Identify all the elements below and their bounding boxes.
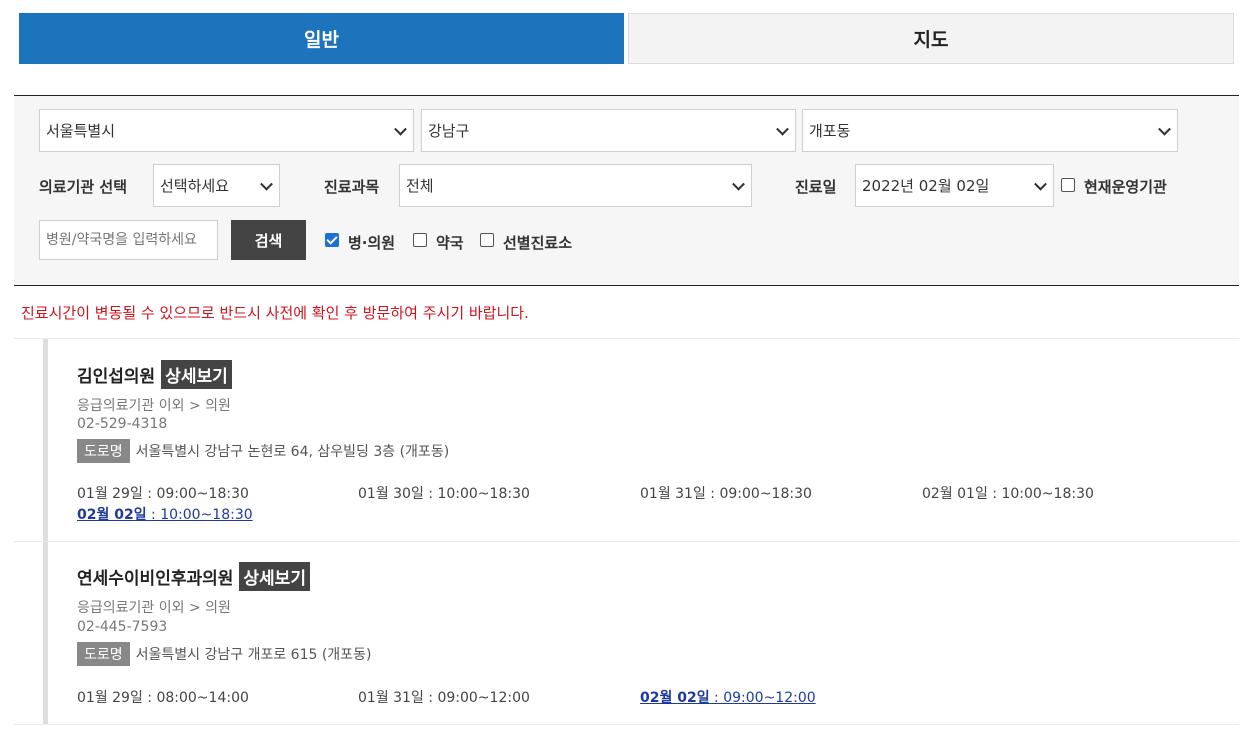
screening-checkbox[interactable] bbox=[480, 233, 494, 247]
chevron-down-icon bbox=[776, 122, 789, 136]
chevron-down-icon bbox=[732, 177, 745, 191]
hours-item-today: 02월 02일 : 09:00~12:00 bbox=[640, 690, 816, 706]
department-label: 진료과목 bbox=[324, 178, 380, 196]
open-now-label: 현재운영기관 bbox=[1084, 178, 1167, 196]
city-select-value: 서울특별시 bbox=[46, 122, 116, 140]
district-select[interactable]: 강남구 bbox=[421, 109, 796, 152]
list-divider bbox=[14, 724, 1239, 725]
clinic-phone: 02-529-4318 bbox=[77, 416, 168, 432]
hours-item: 01월 31일 : 09:00~12:00 bbox=[358, 690, 530, 706]
pharmacy-checkbox[interactable] bbox=[413, 233, 427, 247]
chevron-down-icon bbox=[1158, 122, 1171, 136]
hours-item: 02월 01일 : 10:00~18:30 bbox=[922, 486, 1094, 502]
view-tabs: 일반 지도 bbox=[19, 13, 1234, 64]
date-select-value: 2022년 02월 02일 bbox=[862, 177, 990, 195]
filter-panel: 서울특별시 강남구 개포동 의료기관 선택 선택하세요 진료과목 전체 진료일 … bbox=[14, 95, 1239, 286]
pharmacy-label: 약국 bbox=[436, 234, 464, 252]
clinic-name: 김인섭의원 bbox=[77, 367, 156, 387]
district-select-value: 강남구 bbox=[428, 122, 470, 140]
hours-item: 01월 31일 : 09:00~18:30 bbox=[640, 486, 812, 502]
hours-item-today: 02월 02일 : 10:00~18:30 bbox=[77, 507, 253, 523]
department-select-value: 전체 bbox=[406, 177, 434, 195]
clinic-card: 연세수이비인후과의원 상세보기 응급의료기관 이외 > 의원 02-445-75… bbox=[14, 541, 1239, 725]
clinic-phone: 02-445-7593 bbox=[77, 619, 168, 635]
city-select[interactable]: 서울특별시 bbox=[39, 109, 414, 152]
institution-select[interactable]: 선택하세요 bbox=[153, 164, 280, 207]
clinic-name: 연세수이비인후과의원 bbox=[77, 569, 234, 589]
chevron-down-icon bbox=[260, 177, 273, 191]
date-select[interactable]: 2022년 02월 02일 bbox=[855, 164, 1054, 207]
institution-select-value: 선택하세요 bbox=[160, 177, 230, 195]
clinic-address-row: 도로명 서울특별시 강남구 논현로 64, 삼우빌딩 3층 (개포동) bbox=[77, 439, 449, 463]
dong-select[interactable]: 개포동 bbox=[802, 109, 1178, 152]
clinic-name-row: 김인섭의원 상세보기 bbox=[77, 360, 232, 389]
dong-select-value: 개포동 bbox=[809, 122, 851, 140]
road-badge: 도로명 bbox=[77, 642, 130, 666]
chevron-down-icon bbox=[1034, 177, 1047, 191]
detail-button[interactable]: 상세보기 bbox=[161, 360, 232, 389]
clinic-name-row: 연세수이비인후과의원 상세보기 bbox=[77, 562, 310, 591]
hours-item: 01월 30일 : 10:00~18:30 bbox=[358, 486, 530, 502]
hospital-label: 병·의원 bbox=[348, 234, 396, 252]
department-select[interactable]: 전체 bbox=[399, 164, 752, 207]
clinic-address: 서울특별시 강남구 논현로 64, 삼우빌딩 3층 (개포동) bbox=[135, 444, 450, 460]
clinic-address-row: 도로명 서울특별시 강남구 개포로 615 (개포동) bbox=[77, 642, 371, 666]
detail-button[interactable]: 상세보기 bbox=[239, 562, 310, 591]
search-button[interactable]: 검색 bbox=[231, 220, 306, 260]
search-input[interactable] bbox=[39, 220, 218, 260]
hours-item: 01월 29일 : 09:00~18:30 bbox=[77, 486, 249, 502]
road-badge: 도로명 bbox=[77, 439, 130, 463]
clinic-category: 응급의료기관 이외 > 의원 bbox=[77, 600, 231, 616]
clinic-category: 응급의료기관 이외 > 의원 bbox=[77, 398, 231, 414]
date-label: 진료일 bbox=[795, 178, 837, 196]
card-accent-bar bbox=[43, 339, 48, 542]
clinic-address: 서울특별시 강남구 개포로 615 (개포동) bbox=[135, 647, 372, 663]
hours-item: 01월 29일 : 08:00~14:00 bbox=[77, 690, 249, 706]
open-now-checkbox[interactable] bbox=[1061, 178, 1075, 192]
tab-general[interactable]: 일반 bbox=[19, 13, 624, 64]
tab-map[interactable]: 지도 bbox=[628, 13, 1234, 64]
chevron-down-icon bbox=[394, 122, 407, 136]
clinic-card: 김인섭의원 상세보기 응급의료기관 이외 > 의원 02-529-4318 도로… bbox=[14, 338, 1239, 542]
screening-label: 선별진료소 bbox=[503, 234, 573, 252]
institution-label: 의료기관 선택 bbox=[39, 178, 128, 196]
notice-text: 진료시간이 변동될 수 있으므로 반드시 사전에 확인 후 방문하여 주시기 바… bbox=[21, 304, 529, 322]
hospital-checkbox[interactable] bbox=[325, 233, 339, 247]
card-accent-bar bbox=[43, 542, 48, 725]
